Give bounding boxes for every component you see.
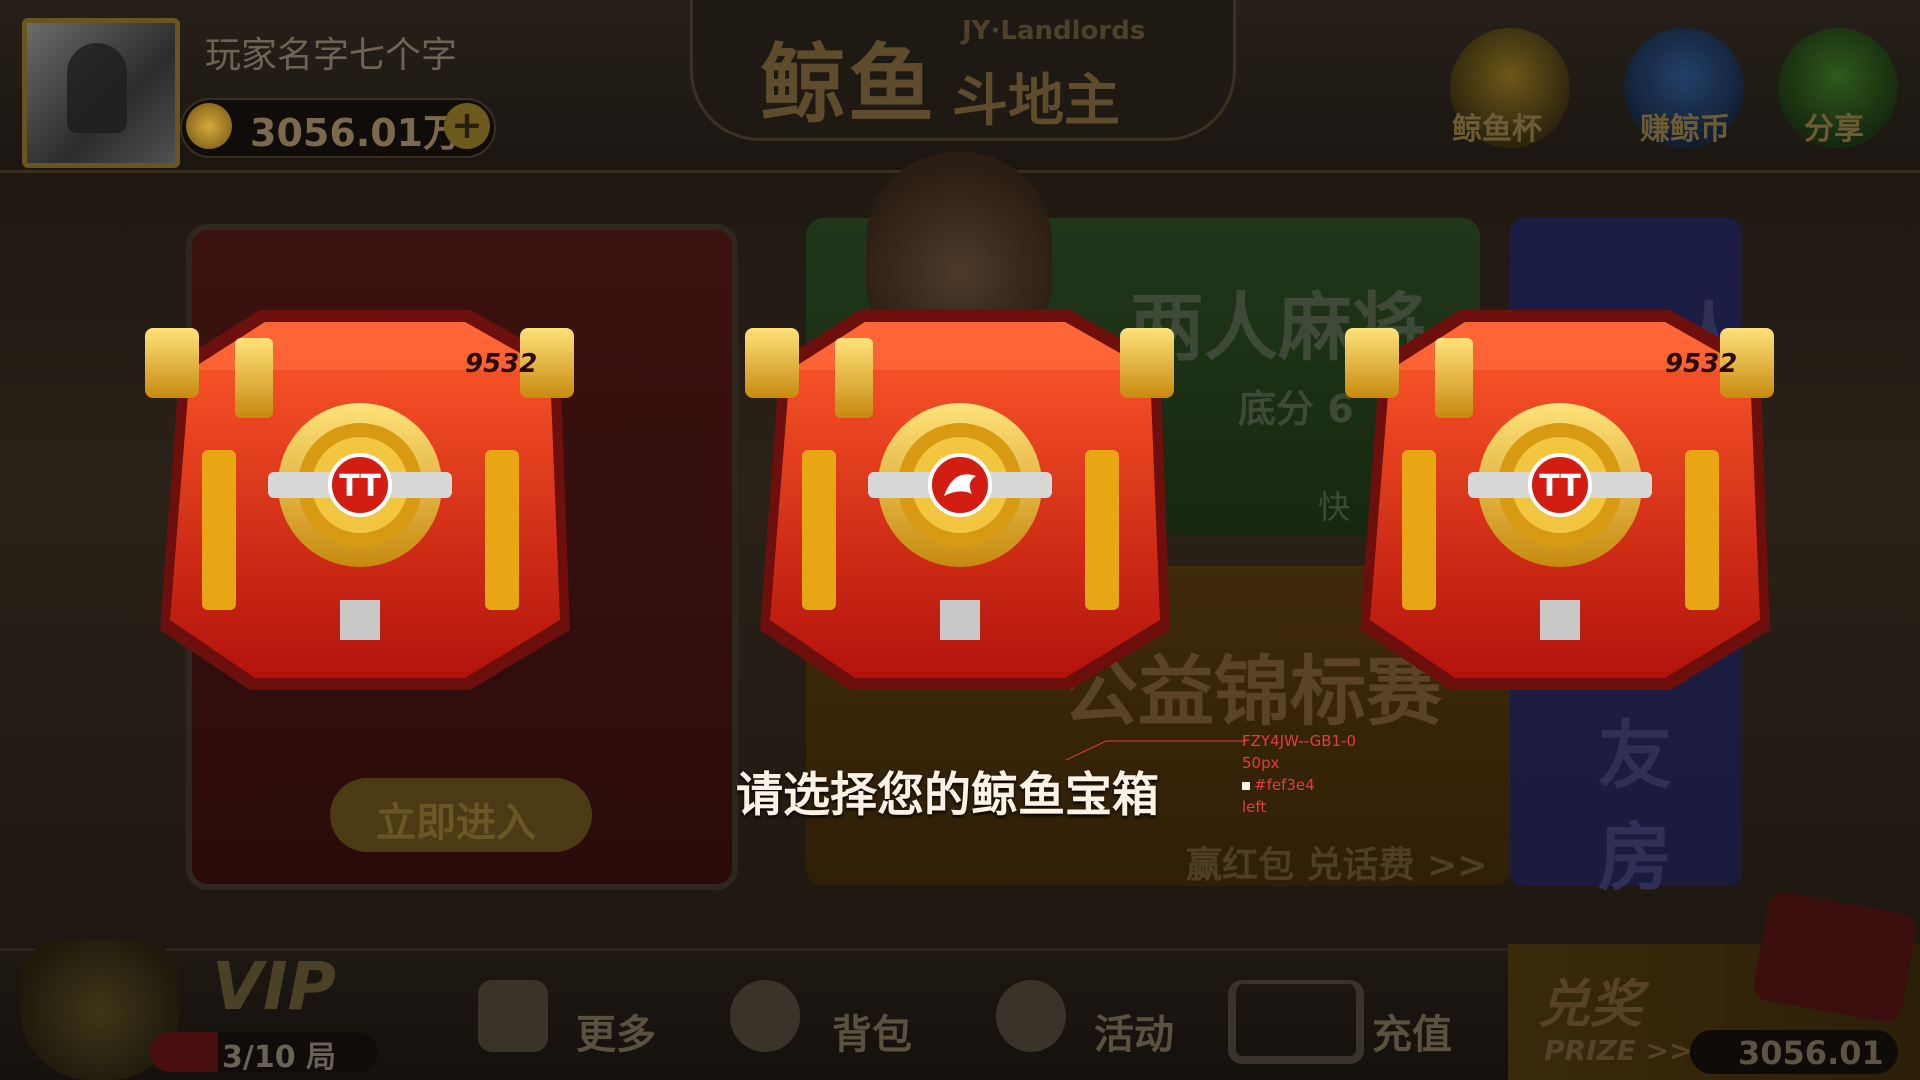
annotation-color: #fef3e4 xyxy=(1242,774,1315,796)
cart-icon[interactable] xyxy=(1228,980,1364,1064)
coin-icon xyxy=(186,103,232,149)
redeem-label: 兑奖 xyxy=(1538,975,1643,1035)
game-screen: 玩家名字七个字 3056.01万 + 鲸鱼 斗地主 JY·Landlords 鲸… xyxy=(0,0,1920,1080)
player-name: 玩家名字七个字 xyxy=(205,35,458,76)
earn-coin-label: 赚鲸币 xyxy=(1640,112,1730,147)
nav-activity[interactable]: 活动 xyxy=(1094,1002,1174,1060)
svg-text:9532: 9532 xyxy=(465,349,537,379)
choose-chest-prompt: 请选择您的鲸鱼宝箱 xyxy=(736,768,1159,823)
treasure-chest-2[interactable] xyxy=(740,300,1180,700)
treasure-chest-icon: TT 9532 xyxy=(1345,310,1774,690)
logo-title: 鲸鱼 xyxy=(760,35,936,135)
backpack-icon[interactable] xyxy=(730,980,800,1052)
logo-english: JY·Landlords xyxy=(962,16,1146,46)
friend-room-text-2: 友 xyxy=(1598,713,1672,799)
redeem-amount: 3056.01 xyxy=(1738,1034,1884,1072)
friend-room-text-3: 房 xyxy=(1598,815,1672,901)
coin-amount: 3056.01万 xyxy=(250,111,462,155)
vip-progress-text: 3/10 局 xyxy=(222,1040,337,1075)
annotation-font: FZY4JW--GB1-0 xyxy=(1242,732,1357,750)
nav-backpack[interactable]: 背包 xyxy=(832,1002,912,1060)
logo-subtitle: 斗地主 xyxy=(952,69,1120,134)
tournament-link: 赢红包 兑话费 >> xyxy=(1186,845,1488,886)
treasure-chest-3[interactable]: TT 9532 xyxy=(1340,300,1780,700)
nav-more[interactable]: 更多 xyxy=(576,1002,656,1060)
treasure-chest-icon xyxy=(745,310,1174,690)
annotation-color-value: #fef3e4 xyxy=(1254,776,1315,794)
share-label: 分享 xyxy=(1804,112,1864,147)
grid-icon[interactable] xyxy=(478,980,548,1052)
vip-progress-fill xyxy=(150,1032,218,1072)
color-swatch-icon xyxy=(1242,782,1250,790)
prize-label: PRIZE >> xyxy=(1544,1034,1693,1067)
add-coins-button[interactable]: + xyxy=(444,103,490,149)
annotation-leader-line xyxy=(1066,740,1246,760)
vip-label: VIP xyxy=(212,948,337,1025)
cup-label: 鲸鱼杯 xyxy=(1452,112,1542,147)
enter-now-label: 立即进入 xyxy=(376,800,536,846)
svg-text:9532: 9532 xyxy=(1665,349,1737,379)
treasure-chest-1[interactable]: TT 9532 xyxy=(140,300,580,700)
smile-icon[interactable] xyxy=(996,980,1066,1052)
avatar-figure xyxy=(67,43,127,133)
svg-text:TT: TT xyxy=(1539,469,1581,504)
mahjong-base-score: 底分 6 xyxy=(1238,387,1354,431)
treasure-chest-icon: TT 9532 xyxy=(145,310,574,690)
avatar[interactable] xyxy=(22,18,180,168)
annotation-align: left xyxy=(1242,798,1267,816)
annotation-size: 50px xyxy=(1242,754,1280,772)
svg-text:TT: TT xyxy=(339,469,381,504)
nav-recharge[interactable]: 充值 xyxy=(1372,1002,1452,1060)
